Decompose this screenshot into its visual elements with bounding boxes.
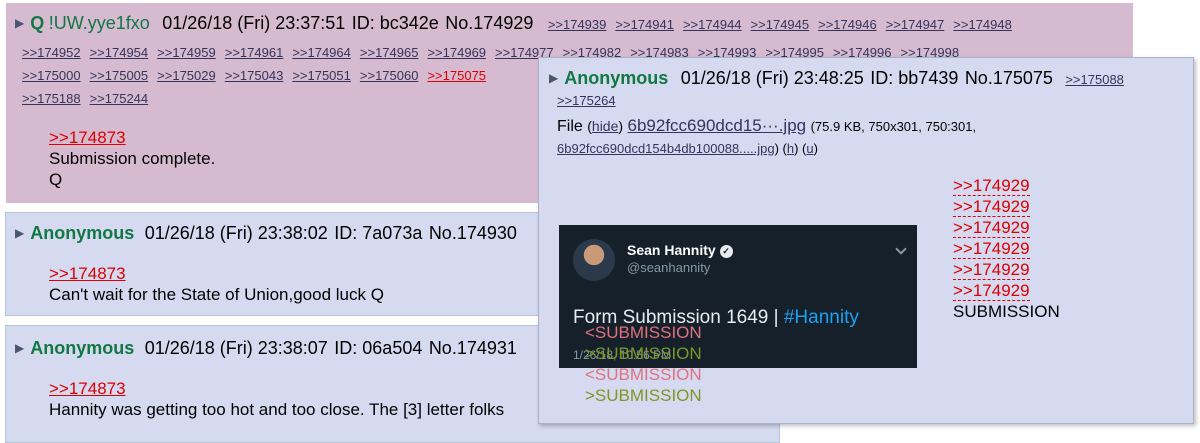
greentext-line: <SUBMISSION <box>585 365 702 384</box>
backlink[interactable]: >>174959 <box>157 45 216 60</box>
greentext-line: <SUBMISSION <box>585 323 702 342</box>
greentext-line: >SUBMISSION <box>585 386 702 405</box>
message-line: Submission complete. <box>49 149 216 168</box>
quote-link[interactable]: >>174929 <box>953 218 1030 238</box>
tweet-hashtag: #Hannity <box>783 307 859 328</box>
quote-link[interactable]: >>174873 <box>49 379 126 398</box>
tweet-author-name: Sean Hannity <box>627 242 716 258</box>
backlink[interactable]: >>174961 <box>225 45 284 60</box>
chevron-down-icon <box>895 243 907 255</box>
backlink[interactable]: >>174939 <box>548 17 607 32</box>
hover-preview-post: ▶ Anonymous 01/26/18 (Fri) 23:48:25 ID: b… <box>538 57 1194 424</box>
verified-check-icon: ✓ <box>719 245 733 258</box>
backlinks-row-4: >>175188 >>175244 <box>22 90 157 108</box>
backlink[interactable]: >>175029 <box>157 68 216 83</box>
avatar <box>573 239 615 281</box>
quote-link[interactable]: >>174929 <box>953 176 1030 196</box>
quote-link[interactable]: >>174929 <box>953 260 1030 280</box>
backlinks-row-3: >>175000 >>175005 >>175029 >>175043 >>175051… <box>22 67 495 85</box>
poster-name: Q <box>30 13 45 33</box>
file-meta: (75.9 KB, 750x301, 750:301, <box>810 119 977 134</box>
backlink[interactable]: >>174946 <box>818 17 877 32</box>
message-line: Q <box>49 170 63 189</box>
message-line: SUBMISSION <box>953 302 1060 321</box>
post-message: >>174873 Hannity was getting too hot and… <box>49 378 504 420</box>
backlink[interactable]: >>175005 <box>90 68 149 83</box>
file-name-link[interactable]: 6b92fcc690dcd15···.jpg <box>628 116 807 135</box>
post-message-lines: <SUBMISSION >SUBMISSION <SUBMISSION >SUB… <box>585 322 702 406</box>
post-message: >>174873 Can't wait for the State of Uni… <box>49 263 384 305</box>
post-menu-icon[interactable]: ▶ <box>15 341 24 355</box>
backlink[interactable]: >>174947 <box>886 17 945 32</box>
file-label: File <box>557 118 583 135</box>
poster-id[interactable]: ID: 7a073a <box>334 223 422 243</box>
poster-name: Anonymous <box>30 223 135 243</box>
backlink[interactable]: >>174954 <box>90 45 149 60</box>
poster-name: Anonymous <box>30 338 135 358</box>
post-datetime: 01/26/18 (Fri) 23:48:25 <box>680 68 864 88</box>
quote-link[interactable]: >>174873 <box>49 128 126 147</box>
backlink[interactable]: >>174941 <box>615 17 674 32</box>
post-datetime: 01/26/18 (Fri) 23:38:07 <box>144 338 328 358</box>
post-number[interactable]: No.174930 <box>429 223 517 243</box>
backlink[interactable]: >>174945 <box>751 17 810 32</box>
greentext-line: >SUBMISSION <box>585 344 702 363</box>
poster-id[interactable]: ID: bc342e <box>352 13 439 33</box>
quote-link[interactable]: >>174873 <box>49 264 126 283</box>
hide-image-link[interactable]: hide <box>592 118 618 134</box>
backlink[interactable]: >>174965 <box>360 45 419 60</box>
reply-post: ▶ Anonymous 01/26/18 (Fri) 23:38:02 ID: 7… <box>5 212 557 316</box>
post-menu-icon[interactable]: ▶ <box>15 16 24 30</box>
post-datetime: 01/26/18 (Fri) 23:37:51 <box>162 13 346 33</box>
message-line: Hannity was getting too hot and too clos… <box>49 400 505 419</box>
post-number[interactable]: No.175075 <box>965 68 1053 88</box>
quote-link[interactable]: >>174929 <box>953 239 1030 259</box>
backlinks-row-1: >>174939 >>174941 >>174944 >>174945 >>174946… <box>548 16 1021 33</box>
backlink[interactable]: >>175264 <box>557 93 616 108</box>
post-menu-icon[interactable]: ▶ <box>15 226 24 240</box>
post-number[interactable]: No.174929 <box>445 13 533 33</box>
backlink[interactable]: >>175000 <box>22 68 81 83</box>
poster-id[interactable]: ID: 06a504 <box>334 338 422 358</box>
backlink[interactable]: >>175188 <box>22 91 81 106</box>
quote-link[interactable]: >>174929 <box>953 281 1030 301</box>
image-search-u-link[interactable]: u <box>806 141 813 156</box>
post-message: >>174873 Submission complete. Q <box>49 127 215 190</box>
tweet-handle: @seanhannity <box>627 260 711 275</box>
backlink[interactable]: >>175244 <box>90 91 149 106</box>
post-number[interactable]: No.174931 <box>429 338 517 358</box>
backlink[interactable]: >>174948 <box>953 17 1012 32</box>
backlink[interactable]: >>174952 <box>22 45 81 60</box>
backlink[interactable]: >>174969 <box>427 45 486 60</box>
quote-link[interactable]: >>174929 <box>953 197 1030 217</box>
backlink-active[interactable]: >>175075 <box>427 68 486 83</box>
post-datetime: 01/26/18 (Fri) 23:38:02 <box>144 223 328 243</box>
tripcode: !UW.yye1fxo <box>48 13 150 33</box>
backlink[interactable]: >>175060 <box>360 68 419 83</box>
file-info: File (hide) 6b92fcc690dcd15···.jpg (75.9… <box>557 116 977 135</box>
backlink[interactable]: >>174964 <box>292 45 351 60</box>
backlink[interactable]: >>175051 <box>292 68 351 83</box>
post-menu-icon[interactable]: ▶ <box>549 71 558 85</box>
image-search-h-link[interactable]: h <box>787 141 794 156</box>
backlink[interactable]: >>174944 <box>683 17 742 32</box>
post-message: >>174929 >>174929 >>174929 >>174929 >>17… <box>953 175 1060 322</box>
backlink[interactable]: >>175043 <box>225 68 284 83</box>
poster-name: Anonymous <box>564 68 669 88</box>
message-line: Can't wait for the State of Union,good l… <box>49 285 384 304</box>
backlink[interactable]: >>175088 <box>1065 72 1124 87</box>
poster-id[interactable]: ID: bb7439 <box>870 68 958 88</box>
file-fullname-link[interactable]: 6b92fcc690dcd154b4db100088.....jpg <box>557 141 775 156</box>
